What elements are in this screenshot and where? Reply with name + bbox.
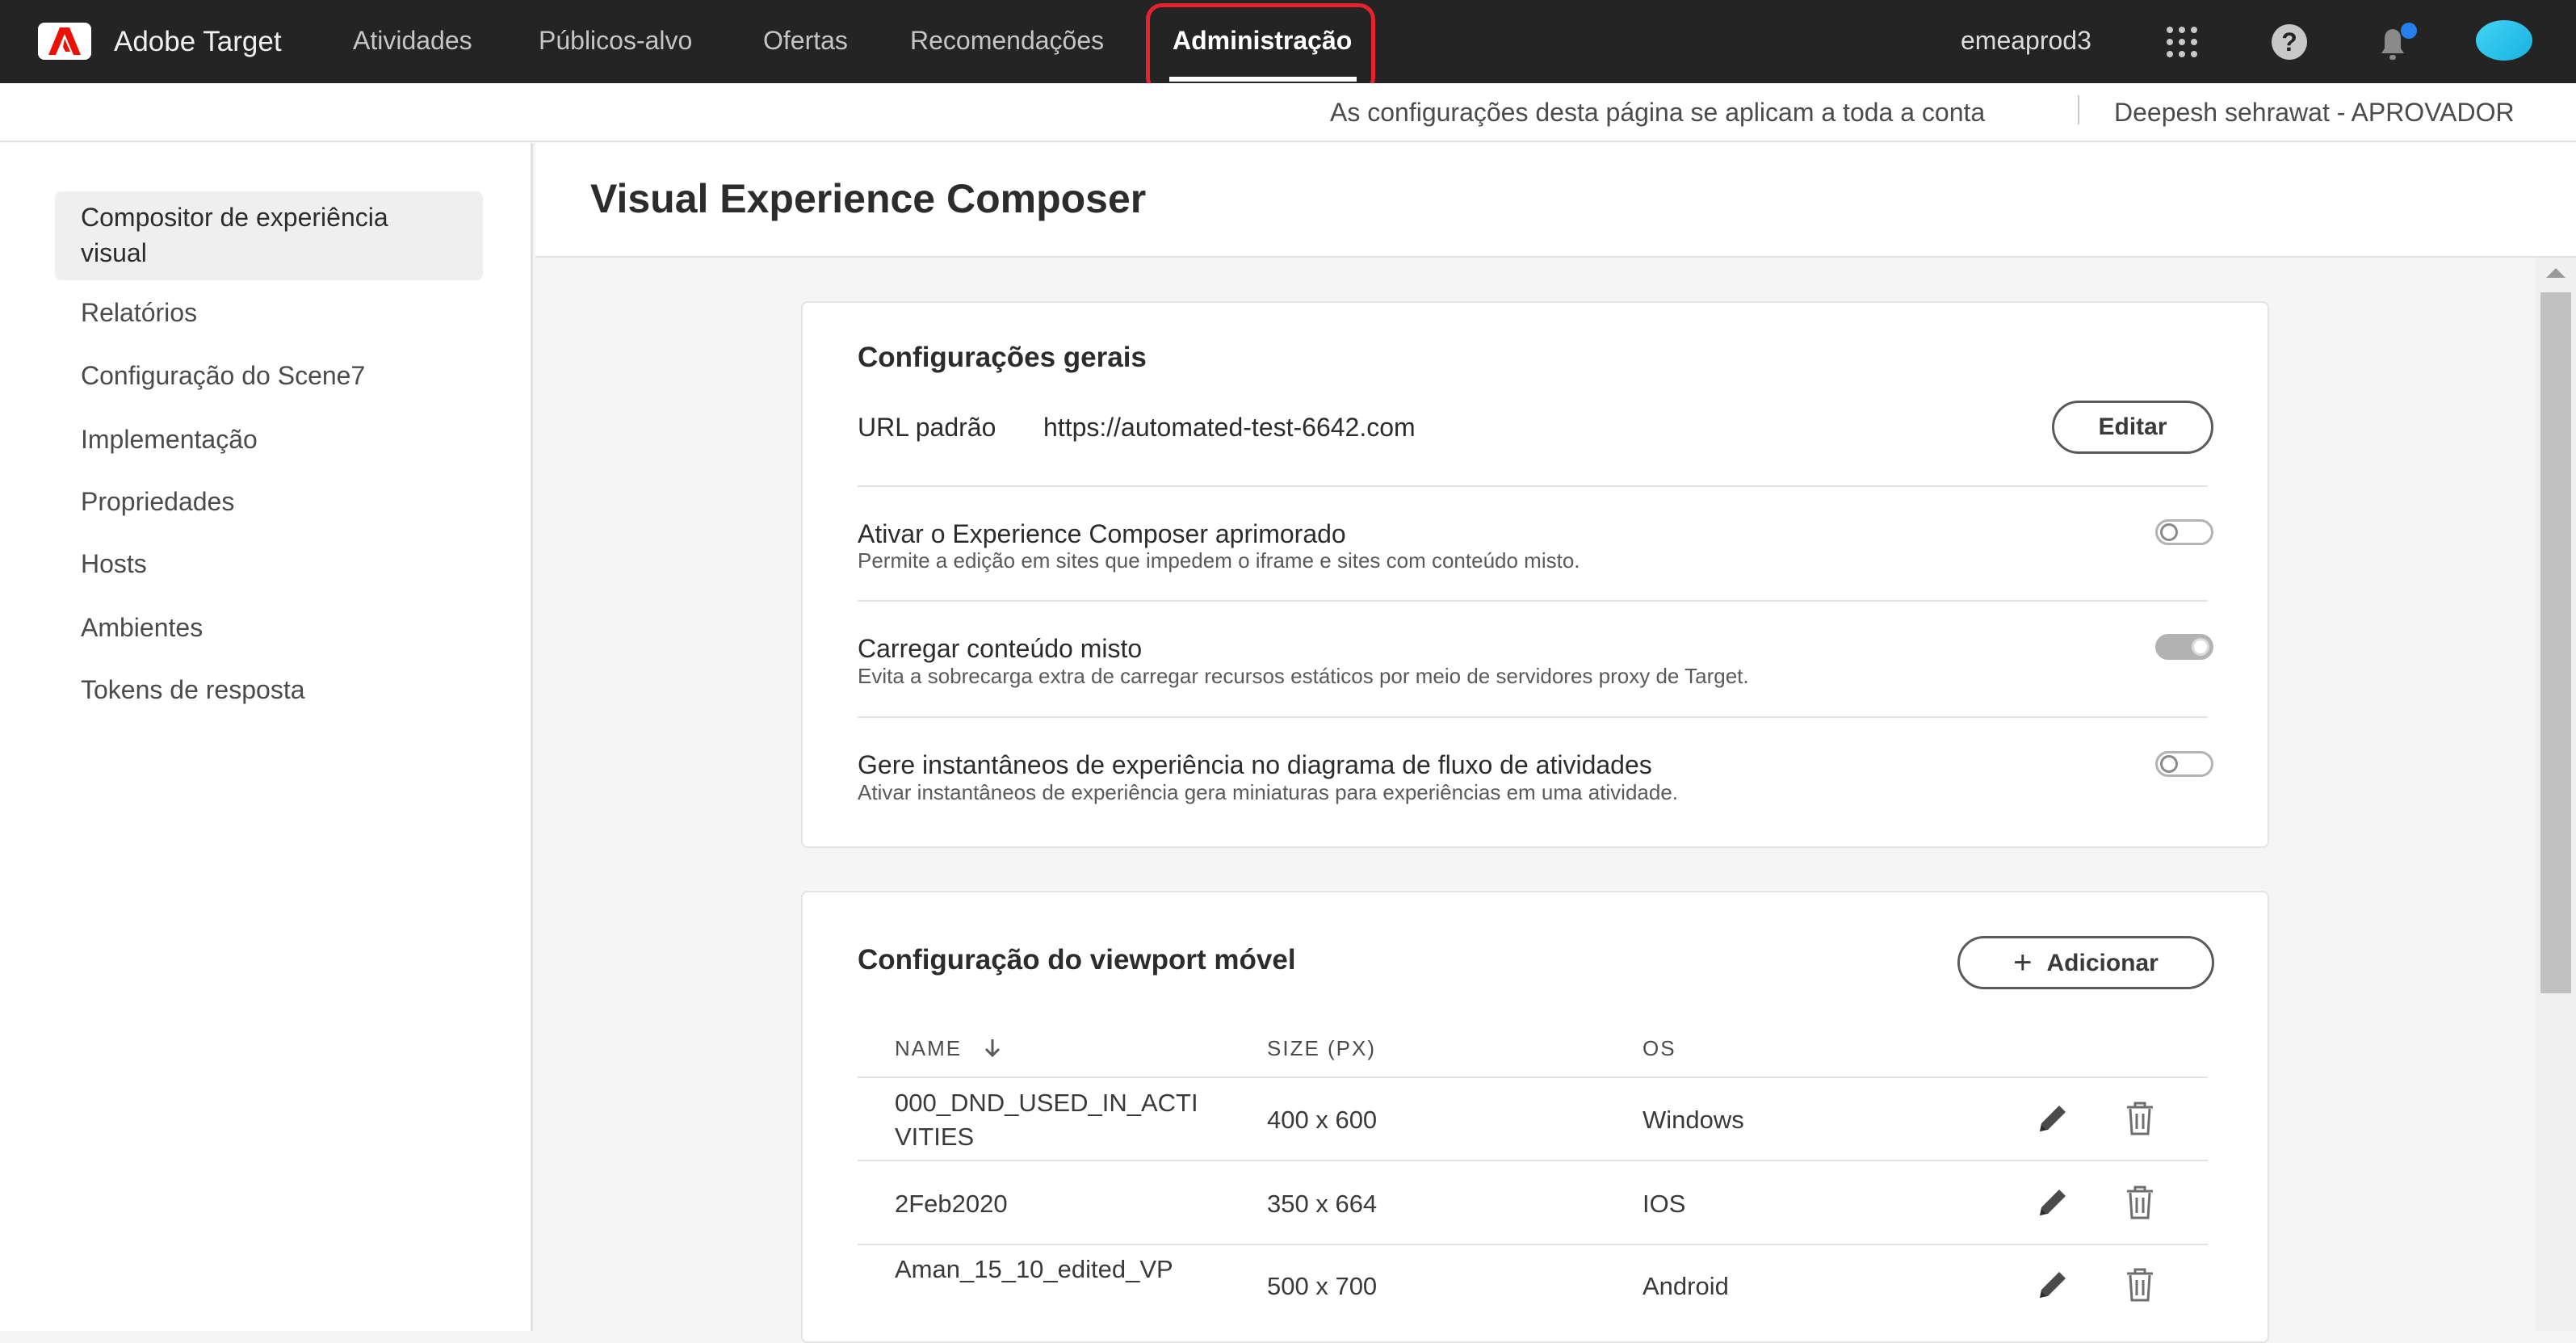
trash-icon[interactable] — [2121, 1265, 2159, 1304]
column-header-os[interactable]: OS — [1643, 1036, 1676, 1061]
help-icon[interactable]: ? — [2272, 24, 2307, 60]
add-viewport-label: Adicionar — [2046, 950, 2159, 976]
snapshots-label: Gere instantâneos de experiência no diag… — [858, 750, 1652, 779]
viewport-settings-title: Configuração do viewport móvel — [858, 944, 1296, 976]
snapshots-toggle[interactable] — [2155, 751, 2213, 777]
divider — [858, 716, 2208, 718]
row-os: Android — [1643, 1272, 1729, 1300]
highlight-annotation — [1146, 3, 1375, 94]
nav-recomendacoes[interactable]: Recomendações — [910, 26, 1104, 56]
edit-url-button[interactable]: Editar — [2052, 401, 2213, 454]
sidebar-item-vec-label[interactable]: Compositor de experiência visual — [81, 199, 452, 271]
row-os: Windows — [1643, 1106, 1744, 1134]
trash-icon[interactable] — [2121, 1183, 2159, 1222]
sidebar-item-implementacao[interactable]: Implementação — [81, 425, 258, 455]
row-os: IOS — [1643, 1190, 1686, 1218]
adobe-logo-icon[interactable] — [38, 23, 91, 60]
admin-sidebar: Compositor de experiência visual Relatór… — [0, 143, 533, 1331]
nav-publicos-alvo[interactable]: Públicos-alvo — [539, 26, 692, 56]
column-header-name[interactable]: NAME — [895, 1036, 962, 1061]
pencil-icon[interactable] — [2033, 1265, 2072, 1304]
apps-grid-icon[interactable] — [2166, 26, 2198, 58]
sidebar-item-hosts[interactable]: Hosts — [81, 549, 147, 579]
add-viewport-button[interactable]: + Adicionar — [1957, 936, 2214, 989]
default-url-value: https://automated-test-6642.com — [1043, 413, 1416, 442]
divider — [858, 1160, 2208, 1161]
row-size: 350 x 664 — [1267, 1190, 1378, 1218]
snapshots-description: Ativar instantâneos de experiência gera … — [858, 780, 1679, 804]
sidebar-item-propriedades[interactable]: Propriedades — [81, 487, 234, 517]
default-url-label: URL padrão — [858, 413, 996, 442]
org-switcher[interactable]: emeaprod3 — [1961, 26, 2091, 56]
row-name: Aman_15_10_edited_VP — [895, 1255, 1173, 1283]
row-name: 2Feb2020 — [895, 1190, 1008, 1218]
pencil-icon[interactable] — [2033, 1183, 2072, 1222]
row-size: 500 x 700 — [1267, 1272, 1378, 1300]
scroll-up-icon[interactable] — [2546, 268, 2566, 278]
sidebar-item-scene7[interactable]: Configuração do Scene7 — [81, 361, 365, 391]
row-size: 400 x 600 — [1267, 1106, 1378, 1134]
account-scope-bar: As configurações desta página se aplicam… — [0, 83, 2576, 142]
general-settings-card: Configurações gerais URL padrão https://… — [801, 301, 2269, 848]
user-role: Deepesh sehrawat - APROVADOR — [2114, 98, 2515, 127]
column-header-size[interactable]: SIZE (PX) — [1267, 1036, 1376, 1061]
enhanced-composer-description: Permite a edição em sites que impedem o … — [858, 548, 1580, 573]
scope-notice: As configurações desta página se aplicam… — [1330, 98, 1986, 127]
plus-icon: + — [2013, 945, 2033, 980]
mixed-content-label: Carregar conteúdo misto — [858, 634, 1143, 663]
sort-down-icon[interactable] — [984, 1038, 1001, 1059]
divider — [858, 1076, 2208, 1078]
enhanced-composer-toggle[interactable] — [2155, 519, 2213, 545]
pencil-icon[interactable] — [2033, 1099, 2072, 1138]
row-name: 000_DND_USED_IN_ACTIVITIES — [895, 1089, 1198, 1151]
sidebar-item-ambientes[interactable]: Ambientes — [81, 613, 203, 643]
general-settings-title: Configurações gerais — [858, 342, 1147, 373]
page-title: Visual Experience Composer — [590, 176, 1147, 221]
page-header: Visual Experience Composer — [535, 143, 2576, 258]
viewport-settings-card: Configuração do viewport móvel + Adiciona… — [801, 891, 2269, 1343]
bell-icon[interactable] — [2377, 23, 2419, 63]
mixed-content-toggle[interactable] — [2155, 634, 2213, 660]
brand-name[interactable]: Adobe Target — [114, 26, 282, 58]
nav-ofertas[interactable]: Ofertas — [763, 26, 848, 56]
sidebar-item-tokens[interactable]: Tokens de resposta — [81, 675, 305, 705]
divider — [858, 600, 2208, 602]
divider — [858, 485, 2208, 487]
divider — [858, 1244, 2208, 1245]
trash-icon[interactable] — [2121, 1099, 2159, 1138]
top-navigation: Adobe Target Atividades Públicos-alvo Of… — [0, 0, 2576, 94]
enhanced-composer-label: Ativar o Experience Composer aprimorado — [858, 519, 1346, 548]
divider — [2078, 95, 2079, 124]
scrollbar-thumb[interactable] — [2540, 292, 2571, 993]
mixed-content-description: Evita a sobrecarga extra de carregar rec… — [858, 664, 1749, 688]
nav-atividades[interactable]: Atividades — [353, 26, 472, 56]
sidebar-item-relatorios[interactable]: Relatórios — [81, 298, 197, 328]
avatar[interactable] — [2476, 20, 2532, 61]
